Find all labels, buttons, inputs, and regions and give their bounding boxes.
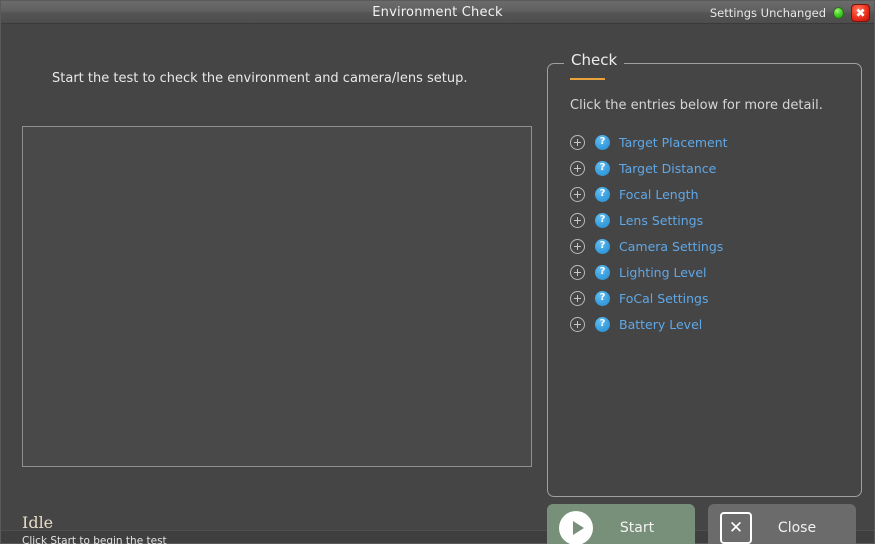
check-entry-focal-length[interactable]: ? Focal Length [570,181,851,207]
help-circle-icon[interactable]: ? [595,290,610,306]
close-button-label: Close [777,520,817,536]
check-entry-label[interactable]: Battery Level [619,317,702,332]
status-title: Idle [22,513,54,532]
x-square-icon: ✕ [720,512,752,544]
help-circle-icon[interactable]: ? [595,212,610,228]
help-circle-icon[interactable]: ? [595,160,610,176]
close-button[interactable]: ✕ Close [708,504,856,544]
title-bar: Environment Check Settings Unchanged ✖ [1,1,874,24]
check-entry-target-placement[interactable]: ? Target Placement [570,129,851,155]
check-group-legend-underline [570,78,605,80]
check-group-box: Check Click the entries below for more d… [547,51,862,497]
check-entry-label[interactable]: Lens Settings [619,213,703,228]
check-hint-text: Click the entries below for more detail. [570,98,823,113]
check-entry-lighting-level[interactable]: ? Lighting Level [570,259,851,285]
check-entry-focal-settings[interactable]: ? FoCal Settings [570,285,851,311]
check-entry-lens-settings[interactable]: ? Lens Settings [570,207,851,233]
instruction-text: Start the test to check the environment … [52,71,468,86]
help-circle-icon[interactable]: ? [595,186,610,202]
help-circle-icon[interactable]: ? [595,238,610,254]
plus-circle-icon[interactable] [570,290,585,306]
action-button-row: Start ✕ Close [547,504,867,544]
plus-circle-icon[interactable] [570,160,585,176]
preview-area [22,126,532,467]
settings-status-label: Settings Unchanged [709,5,826,20]
check-entry-list: ? Target Placement ? Target Distance ? F… [570,129,851,337]
help-circle-icon[interactable]: ? [595,316,610,332]
plus-circle-icon[interactable] [570,134,585,150]
status-block: Idle Click Start to begin the test [22,514,167,544]
check-group-legend: Check [564,51,625,69]
check-entry-label[interactable]: Target Distance [619,161,716,176]
status-subtitle: Click Start to begin the test [22,534,167,544]
check-entry-target-distance[interactable]: ? Target Distance [570,155,851,181]
check-entry-label[interactable]: Camera Settings [619,239,723,254]
check-entry-label[interactable]: FoCal Settings [619,291,709,306]
play-triangle [572,521,584,535]
settings-status-led-icon [833,6,844,19]
window-content: Start the test to check the environment … [1,24,874,544]
plus-circle-icon[interactable] [570,212,585,228]
environment-check-window: Environment Check Settings Unchanged ✖ S… [0,0,875,544]
check-entry-label[interactable]: Focal Length [619,187,699,202]
left-pane: Start the test to check the environment … [1,24,546,544]
help-circle-icon[interactable]: ? [595,264,610,280]
check-entry-camera-settings[interactable]: ? Camera Settings [570,233,851,259]
plus-circle-icon[interactable] [570,186,585,202]
plus-circle-icon[interactable] [570,264,585,280]
title-bar-right-group: Settings Unchanged ✖ [710,1,870,24]
check-entry-label[interactable]: Lighting Level [619,265,707,280]
start-button-label: Start [619,520,655,536]
plus-circle-icon[interactable] [570,316,585,332]
close-icon: ✖ [855,5,866,20]
plus-circle-icon[interactable] [570,238,585,254]
start-button[interactable]: Start [547,504,695,544]
check-entry-battery-level[interactable]: ? Battery Level [570,311,851,337]
check-entry-label[interactable]: Target Placement [619,135,728,150]
play-icon [559,511,593,544]
right-pane: Check Click the entries below for more d… [546,24,874,544]
window-close-button[interactable]: ✖ [851,3,870,22]
help-circle-icon[interactable]: ? [595,134,610,150]
